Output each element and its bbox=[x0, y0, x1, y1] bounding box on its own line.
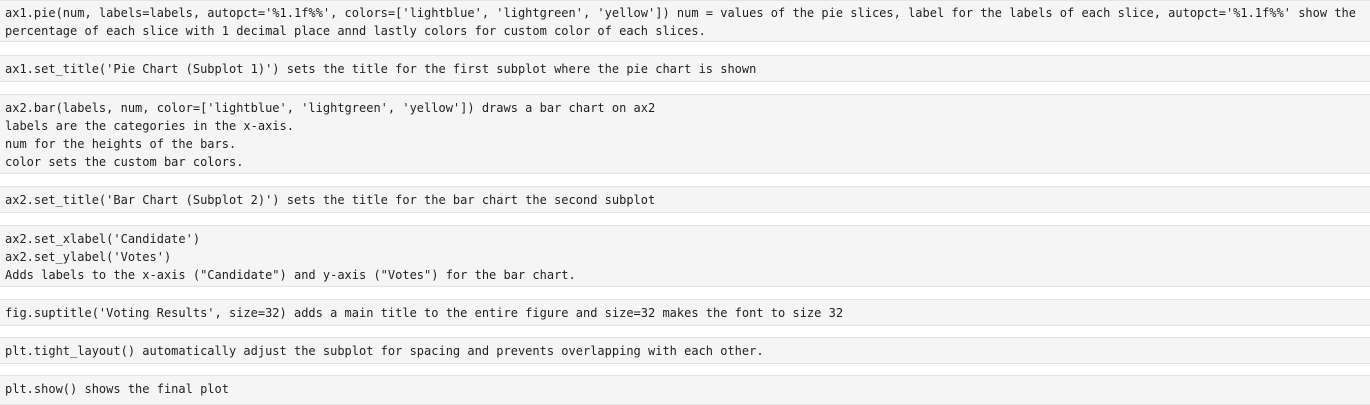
markdown-cell-suptitle[interactable]: fig.suptitle('Voting Results', size=32) … bbox=[0, 299, 1370, 326]
markdown-cell-pie[interactable]: ax1.pie(num, labels=labels, autopct='%1.… bbox=[0, 0, 1370, 42]
markdown-cell-show[interactable]: plt.show() shows the final plot bbox=[0, 375, 1370, 405]
cell-text-line: plt.tight_layout() automatically adjust … bbox=[5, 344, 764, 358]
cell-text-line: ax1.set_title('Pie Chart (Subplot 1)') s… bbox=[5, 62, 757, 76]
cell-text-line: ax2.set_title('Bar Chart (Subplot 2)') s… bbox=[5, 193, 656, 207]
cell-text-line: ax2.bar(labels, num, color=['lightblue',… bbox=[5, 101, 656, 115]
cell-text-line: ax2.set_xlabel('Candidate') bbox=[5, 232, 201, 246]
cell-text-line: Adds labels to the x-axis ("Candidate") … bbox=[5, 268, 576, 282]
cell-text-line: percentage of each slice with 1 decimal … bbox=[5, 24, 706, 38]
cell-text-line: num for the heights of the bars. bbox=[5, 137, 237, 151]
cell-text-line: ax1.pie(num, labels=labels, autopct='%1.… bbox=[5, 6, 1357, 20]
markdown-cell-tight-layout[interactable]: plt.tight_layout() automatically adjust … bbox=[0, 337, 1370, 364]
cell-text-line: plt.show() shows the final plot bbox=[5, 382, 229, 396]
cell-text-line: color sets the custom bar colors. bbox=[5, 155, 244, 169]
cell-text-line: ax2.set_ylabel('Votes') bbox=[5, 250, 172, 264]
markdown-cell-bar-title[interactable]: ax2.set_title('Bar Chart (Subplot 2)') s… bbox=[0, 186, 1370, 213]
markdown-cell-bar[interactable]: ax2.bar(labels, num, color=['lightblue',… bbox=[0, 94, 1370, 174]
markdown-cell-axis-labels[interactable]: ax2.set_xlabel('Candidate') ax2.set_ylab… bbox=[0, 225, 1370, 287]
markdown-cell-pie-title[interactable]: ax1.set_title('Pie Chart (Subplot 1)') s… bbox=[0, 55, 1370, 82]
cell-text-line: fig.suptitle('Voting Results', size=32) … bbox=[5, 306, 844, 320]
cell-text-line: labels are the categories in the x-axis. bbox=[5, 119, 294, 133]
